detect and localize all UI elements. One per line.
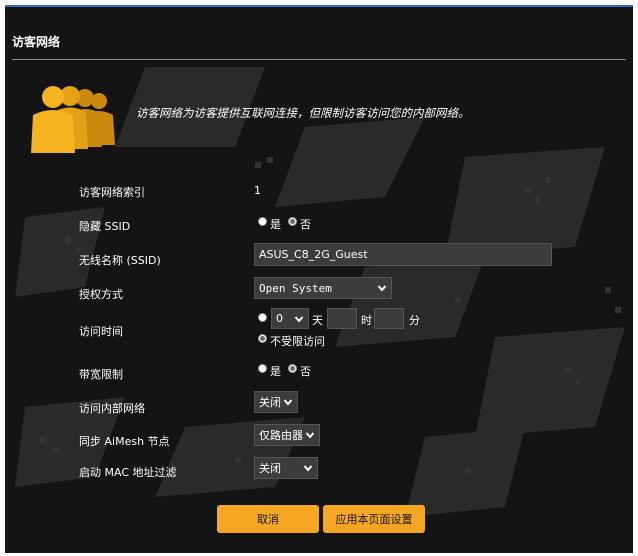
aimesh-sync-label: 同步 AiMesh 节点 [79, 435, 170, 448]
minutes-input[interactable] [374, 308, 404, 329]
limited-time-radio[interactable] [258, 313, 267, 322]
guest-network-panel: 访客网络 访客网络为访客提供互联网连接，但限制访客访问您的内部网络。 访客网络索… [5, 5, 633, 553]
guest-users-icon [31, 86, 115, 153]
ssid-label: 无线名称 (SSID) [79, 254, 161, 267]
days-select-value: 0 [276, 312, 283, 325]
intranet-access-select[interactable]: 关闭 [254, 391, 298, 413]
chevron-down-icon [294, 315, 304, 323]
index-label: 访客网络索引 [79, 186, 145, 199]
page-title: 访客网络 [12, 35, 61, 49]
bandwidth-no-label: 否 [300, 365, 311, 378]
intranet-access-value: 关闭 [259, 396, 281, 409]
access-time-label: 访问时间 [79, 325, 123, 338]
bandwidth-yes-label: 是 [270, 365, 281, 378]
days-select[interactable]: 0 [271, 308, 309, 329]
hide-ssid-yes-label: 是 [270, 218, 281, 231]
chevron-down-icon [283, 399, 293, 406]
hide-ssid-no-label: 否 [300, 218, 311, 231]
bandwidth-no-radio[interactable] [288, 364, 297, 373]
ssid-input[interactable]: ASUS_C8_2G_Guest [254, 243, 552, 266]
guest-network-description: 访客网络为访客提供互联网连接，但限制访客访问您的内部网络。 [136, 106, 470, 120]
aimesh-sync-value: 仅路由器 [259, 429, 303, 442]
bandwidth-limit-label: 带宽限制 [79, 368, 123, 381]
auth-method-select[interactable]: Open System [254, 277, 392, 299]
mac-filter-value: 关闭 [259, 462, 281, 475]
hide-ssid-label: 隐藏 SSID [79, 220, 131, 233]
title-divider [12, 59, 626, 60]
apply-button[interactable]: 应用本页面设置 [323, 505, 425, 533]
chevron-down-icon [303, 465, 313, 472]
minutes-unit: 分 [409, 314, 420, 327]
bandwidth-yes-radio[interactable] [258, 364, 267, 373]
unlimited-access-radio[interactable] [258, 334, 267, 343]
hours-input[interactable] [327, 308, 357, 329]
cancel-button[interactable]: 取消 [217, 505, 319, 533]
hours-unit: 时 [361, 314, 372, 327]
aimesh-sync-select[interactable]: 仅路由器 [254, 424, 320, 446]
unlimited-access-label: 不受限访问 [270, 335, 325, 348]
index-value: 1 [254, 184, 261, 197]
auth-method-label: 授权方式 [79, 288, 123, 301]
hide-ssid-yes-radio[interactable] [258, 217, 267, 226]
auth-method-value: Open System [259, 281, 332, 295]
intranet-access-label: 访问内部网络 [79, 402, 145, 415]
chevron-down-icon [377, 285, 387, 292]
chevron-down-icon [305, 432, 315, 439]
days-unit: 天 [312, 314, 323, 327]
hide-ssid-no-radio[interactable] [288, 217, 297, 226]
mac-filter-select[interactable]: 关闭 [254, 457, 318, 479]
mac-filter-label: 启动 MAC 地址过滤 [79, 466, 177, 479]
